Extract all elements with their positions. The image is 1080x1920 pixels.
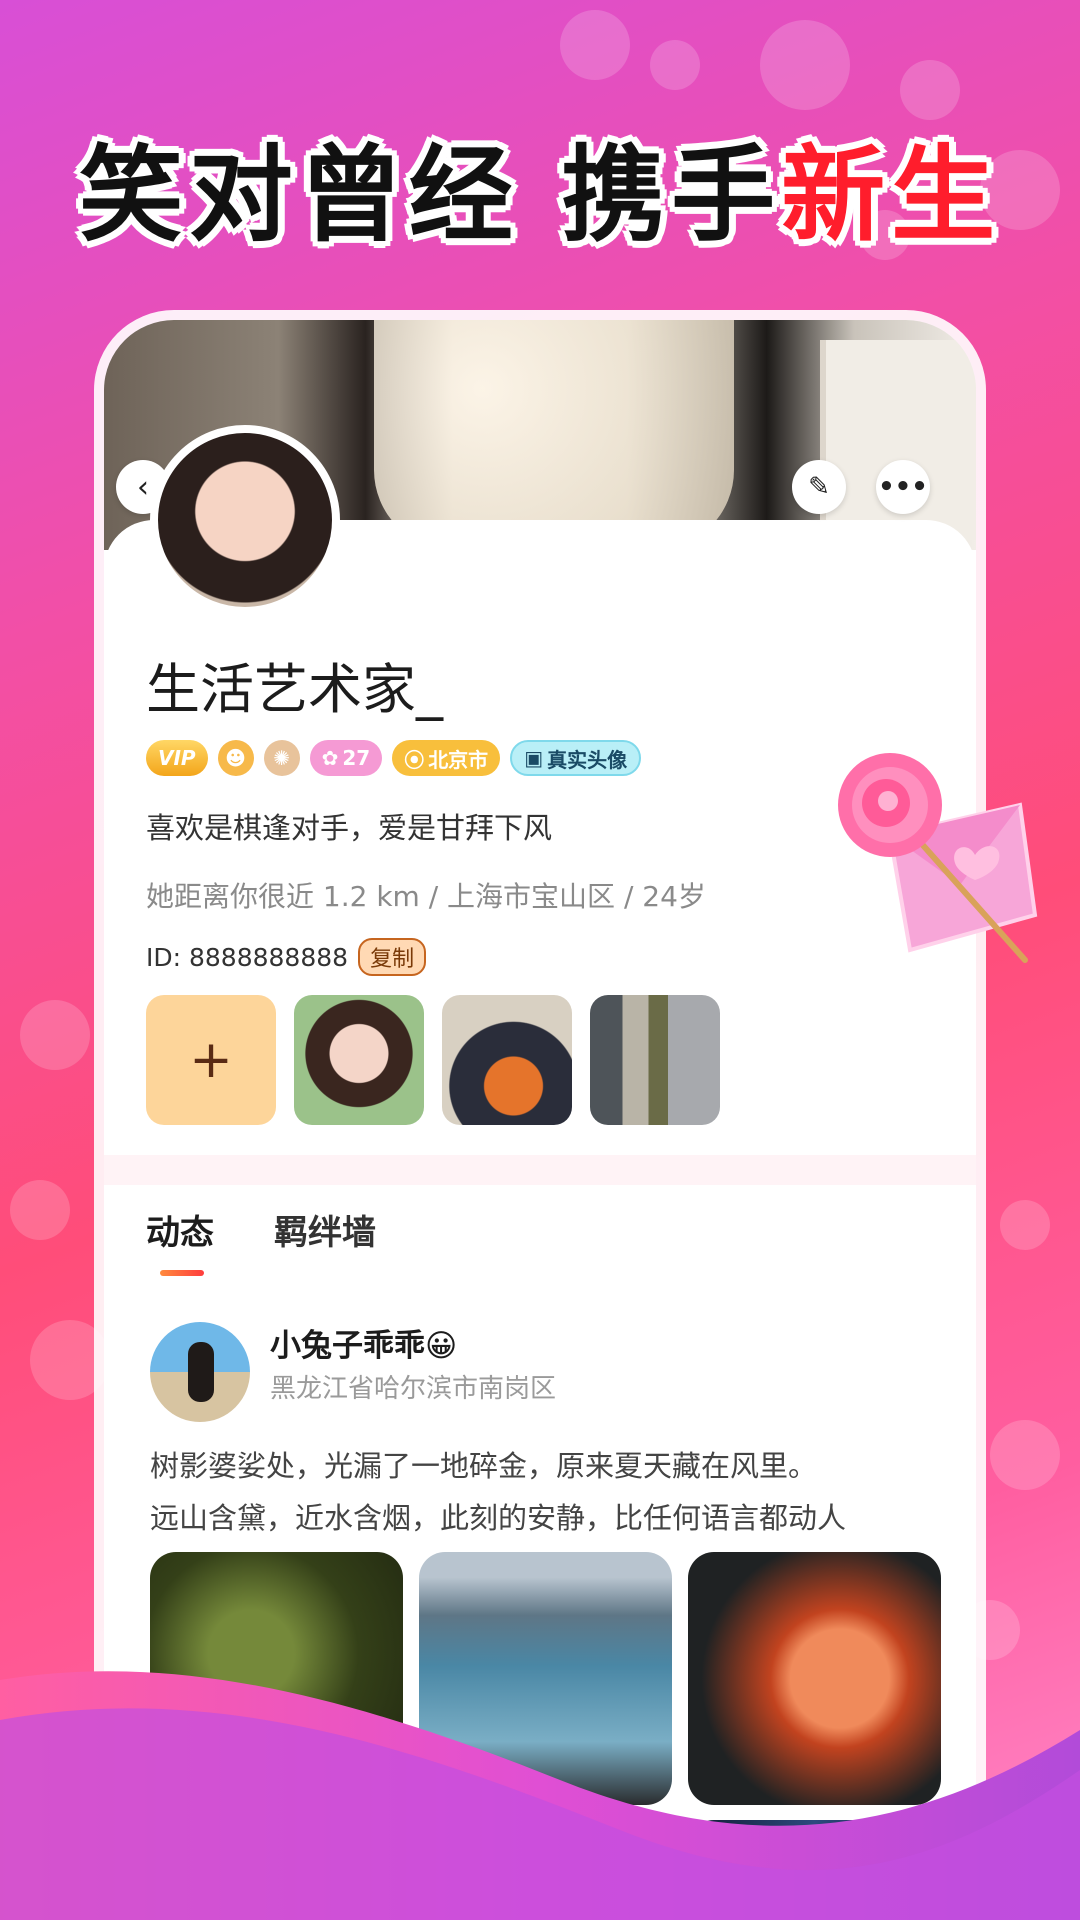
headline: 笑对曾经 携手新生 [0,110,1080,261]
profile-name: 生活艺术家_ [146,658,443,721]
headline-part3: 新生 [781,134,1002,256]
back-icon: ‹ [137,469,149,505]
real-avatar-badge: ▣ 真实头像 [510,740,642,776]
post-author-name[interactable]: 小兔子乖乖😀 [270,1320,457,1365]
post-location: 黑龙江省哈尔滨市南岗区 [270,1374,557,1404]
city-value: 北京市 [428,747,489,772]
level-icon: ✿ [321,746,339,770]
post-text-line: 远山含黛，近水含烟，此刻的安静，比任何语言都动人 [150,1501,847,1535]
photo-album: + [146,995,720,1125]
tab-bar: 动态 羁绊墙 [146,1205,376,1276]
vip-badge: VIP [146,740,208,776]
headline-part1: 笑对曾经 [78,134,562,256]
screen: 笑对曾经 携手新生 ‹ ✎ ••• 生活艺术家_ VIP ☻ ✺ ✿ 27 ⦿ … [0,0,1080,1920]
plus-icon: + [189,1030,233,1090]
profile-id: ID: 8888888888 [146,942,349,972]
city-badge: ⦿ 北京市 [392,740,501,776]
rose-envelope-decoration [838,753,1038,963]
level-value: 27 [342,746,371,770]
profile-bio: 喜欢是棋逢对手，爱是甘拜下风 [146,811,553,845]
verified-photo-icon: ▣ [524,746,544,770]
bottom-wave [0,1671,1080,1920]
tab-bond-wall[interactable]: 羁绊墙 [274,1205,376,1254]
avatar[interactable] [150,425,340,615]
post-text-line: 树影婆娑处，光漏了一地碎金，原来夏天藏在风里。 [150,1449,818,1483]
post-text: 树影婆娑处，光漏了一地碎金，原来夏天藏在风里。 远山含黛，近水含烟，此刻的安静，… [150,1440,950,1544]
profile-id-row: ID: 8888888888 复制 [146,938,427,976]
album-photo[interactable] [590,995,720,1125]
headline-part2: 携手 [561,134,782,256]
edit-icon: ✎ [808,472,830,502]
copy-id-button[interactable]: 复制 [358,938,427,976]
album-photo[interactable] [442,995,572,1125]
profile-meta: 她距离你很近 1.2 km / 上海市宝山区 / 24岁 [146,880,706,913]
section-divider [104,1155,976,1185]
tab-moments[interactable]: 动态 [146,1205,214,1276]
sun-badge-icon: ✺ [263,740,300,776]
location-pin-icon: ⦿ [404,747,425,772]
more-button[interactable]: ••• [876,460,930,514]
post-author-avatar[interactable] [150,1322,250,1422]
add-photo-button[interactable]: + [146,995,276,1125]
album-photo[interactable] [294,995,424,1125]
level-badge: ✿ 27 [309,740,383,776]
real-avatar-label: 真实头像 [547,747,628,772]
badge-row: VIP ☻ ✺ ✿ 27 ⦿ 北京市 ▣ 真实头像 [146,740,642,776]
edit-button[interactable]: ✎ [792,460,846,514]
more-icon: ••• [878,472,928,502]
user-badge-icon: ☻ [217,740,254,776]
